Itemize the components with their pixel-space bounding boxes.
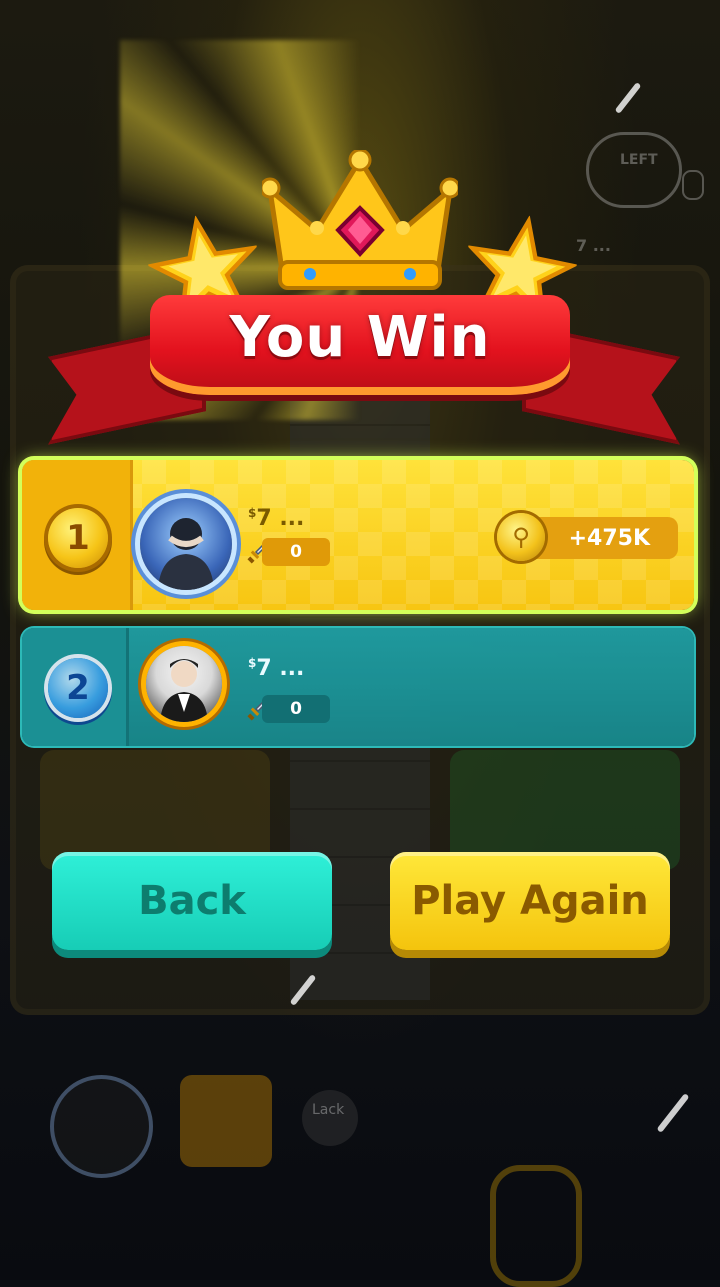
mic-icon: [682, 170, 704, 200]
opponent-avatar-frame: [586, 132, 682, 208]
sword-count: 0: [262, 695, 330, 723]
lack-button: [302, 1090, 358, 1146]
back-button[interactable]: Back: [52, 852, 332, 950]
rank-cell: 1: [22, 460, 133, 610]
left-label: LEFT: [620, 152, 658, 168]
rank-cell: 2: [22, 628, 129, 746]
key-icon: [490, 1165, 582, 1287]
dragon-dice-icon: [180, 1075, 272, 1167]
play-again-button[interactable]: Play Again: [390, 852, 670, 950]
coin-icon: ⚲: [497, 513, 545, 561]
result-row-2: 2: [22, 628, 694, 746]
opponent-name-result: 7 ...: [256, 656, 305, 681]
lack-label: Lack: [312, 1102, 345, 1118]
opponent-avatar[interactable]: [146, 646, 222, 722]
avatar-photo-icon: [158, 518, 214, 590]
rank-1-badge: 1: [48, 508, 108, 568]
win-title: You Win: [229, 305, 491, 370]
rank-2-badge: 2: [48, 658, 108, 718]
avatar-photo-icon: [160, 659, 208, 722]
player-avatar-bottom: [50, 1075, 153, 1178]
crown-icon: [262, 150, 458, 290]
winner-avatar[interactable]: [140, 498, 232, 590]
sword-count: 0: [262, 538, 330, 566]
winner-name: 7 ...: [256, 506, 305, 531]
